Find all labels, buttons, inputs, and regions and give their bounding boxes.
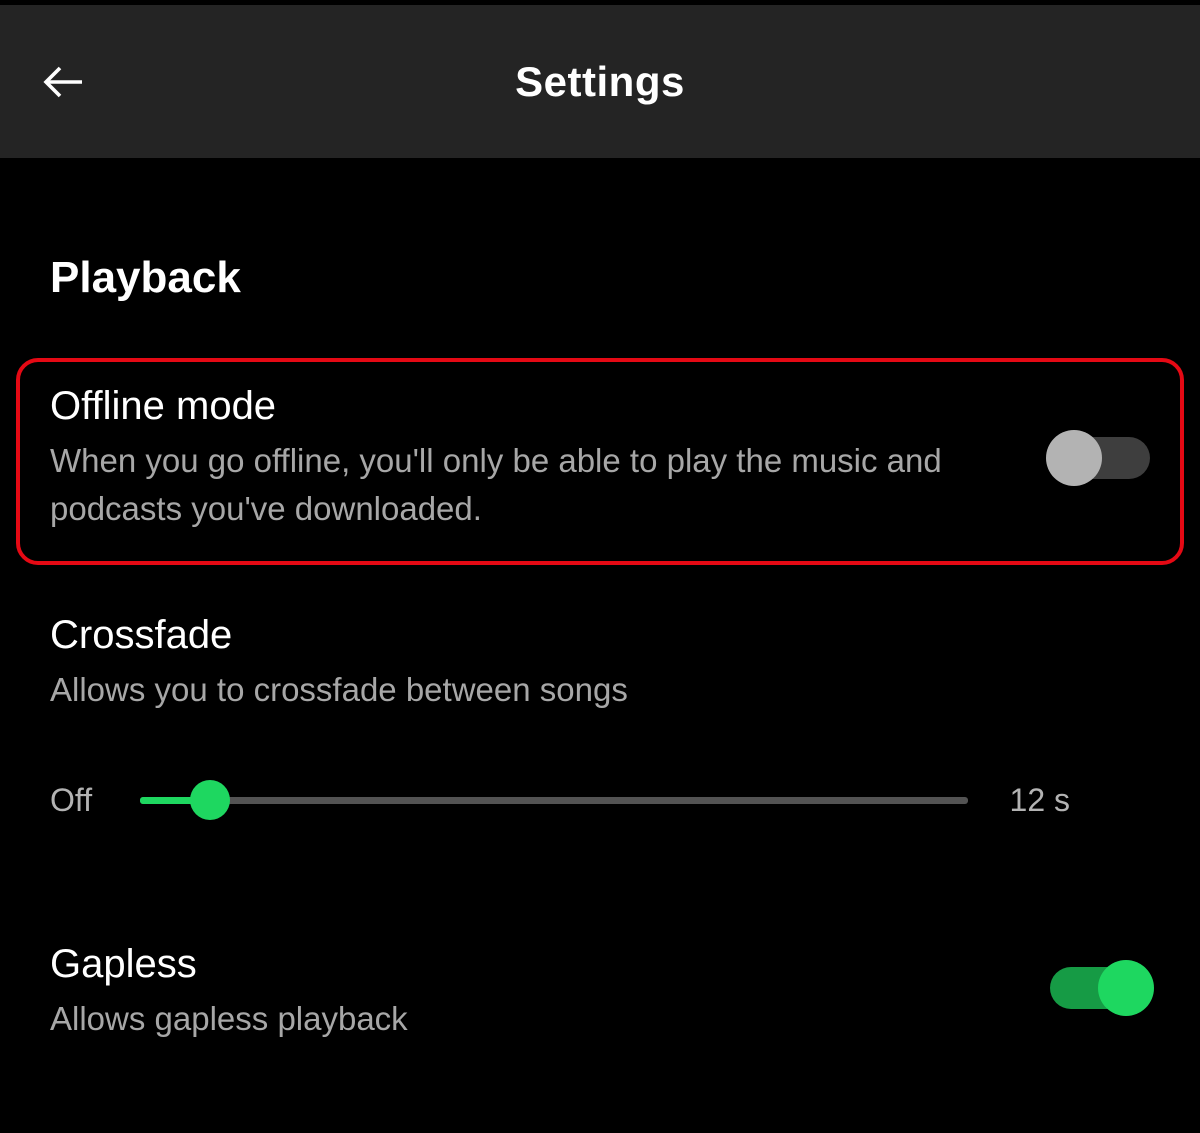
crossfade-section: Crossfade Allows you to crossfade betwee…	[50, 595, 1150, 844]
page-title: Settings	[40, 58, 1160, 106]
back-button[interactable]	[40, 58, 88, 106]
header-bar: Settings	[0, 0, 1200, 158]
gapless-row: Gapless Allows gapless playback	[50, 924, 1150, 1061]
offline-mode-row: Offline mode When you go offline, you'll…	[50, 384, 1150, 533]
gapless-toggle[interactable]	[1050, 967, 1150, 1009]
offline-mode-toggle[interactable]	[1050, 437, 1150, 479]
crossfade-text: Crossfade Allows you to crossfade betwee…	[50, 613, 1150, 714]
offline-mode-highlight: Offline mode When you go offline, you'll…	[16, 358, 1184, 565]
gapless-desc: Allows gapless playback	[50, 995, 1010, 1043]
crossfade-slider[interactable]	[140, 797, 968, 804]
crossfade-desc: Allows you to crossfade between songs	[50, 666, 1110, 714]
offline-mode-desc: When you go offline, you'll only be able…	[50, 437, 1010, 533]
gapless-section: Gapless Allows gapless playback	[50, 924, 1150, 1061]
toggle-thumb	[1046, 430, 1102, 486]
gapless-text: Gapless Allows gapless playback	[50, 942, 1050, 1043]
crossfade-label: Crossfade	[50, 613, 1110, 658]
crossfade-min-label: Off	[50, 782, 108, 819]
section-title-playback: Playback	[50, 253, 1150, 303]
arrow-left-icon	[40, 58, 88, 106]
crossfade-max-label: 12 s	[1000, 782, 1070, 819]
crossfade-slider-row: Off 12 s	[50, 782, 1150, 819]
offline-mode-text: Offline mode When you go offline, you'll…	[50, 384, 1050, 533]
crossfade-row: Crossfade Allows you to crossfade betwee…	[50, 595, 1150, 732]
offline-mode-label: Offline mode	[50, 384, 1010, 429]
content-area: Playback Offline mode When you go offlin…	[0, 158, 1200, 1060]
slider-thumb	[190, 780, 230, 820]
gapless-label: Gapless	[50, 942, 1010, 987]
toggle-thumb	[1098, 960, 1154, 1016]
